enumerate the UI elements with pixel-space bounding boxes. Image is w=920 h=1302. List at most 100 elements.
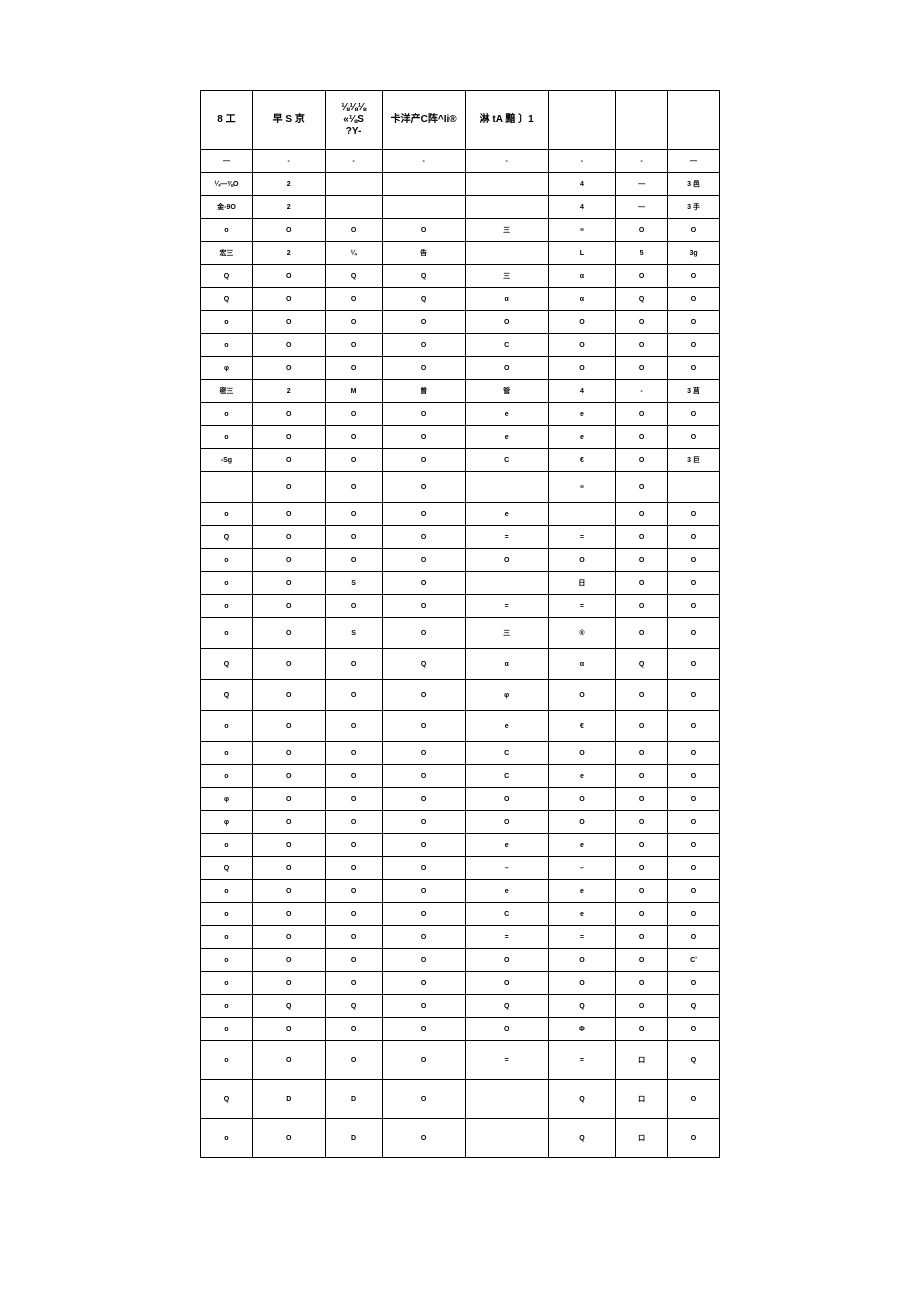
cell: ¼—⅜O [201,173,253,196]
table-row: oOSO日OO [201,572,720,595]
cell: O [252,834,325,857]
cell: = [548,595,615,618]
cell: O [382,949,465,972]
cell: O [616,357,668,380]
cell: 口 [616,1119,668,1158]
cell: e [548,403,615,426]
cell: Q [668,995,720,1018]
cell: O [616,880,668,903]
cell: ≡ [548,472,615,503]
cell: O [325,334,382,357]
cell: O [616,403,668,426]
cell: O [668,572,720,595]
cell: – [465,857,548,880]
cell: - [616,150,668,173]
cell: O [616,742,668,765]
table-row: oOOOeOO [201,503,720,526]
cell: O [668,903,720,926]
cell: O [325,311,382,334]
cell: e [465,503,548,526]
cell: Q [668,1041,720,1080]
cell: O [382,572,465,595]
cell: D [325,1119,382,1158]
cell: O [668,811,720,834]
cell: O [252,426,325,449]
cell: O [252,857,325,880]
cell: 三 [465,265,548,288]
cell: e [465,426,548,449]
cell: o [201,549,253,572]
table-row: QDDOQ口O [201,1080,720,1119]
cell: O [325,788,382,811]
cell: O [325,595,382,618]
cell: α [548,265,615,288]
col-header-6 [616,91,668,150]
cell: O [325,903,382,926]
cell: O [382,765,465,788]
cell: O [668,1080,720,1119]
cell: O [548,788,615,811]
cell: O [465,1018,548,1041]
cell [465,572,548,595]
cell: O [668,834,720,857]
cell: 宏三 [201,242,253,265]
table-body: —------—¼—⅜O24—3 邑金-9O24—3 手oOOO三≡OO宏三2¼… [201,150,720,1158]
cell: φ [465,680,548,711]
table-row: oOOO==OO [201,926,720,949]
table-row: oOOOCeOO [201,765,720,788]
cell: O [382,503,465,526]
cell: 密三 [201,380,253,403]
cell: Q [201,680,253,711]
cell: ¼ [325,242,382,265]
table-row: oQQOQQOQ [201,995,720,1018]
cell: Q [201,265,253,288]
cell: o [201,903,253,926]
cell: o [201,834,253,857]
cell: 口 [616,1080,668,1119]
cell: O [382,219,465,242]
cell: O [382,680,465,711]
cell: e [548,426,615,449]
table-row: oOSO三®OO [201,618,720,649]
cell: 4 [548,380,615,403]
cell: O [382,357,465,380]
cell: 3g [668,242,720,265]
cell: O [325,449,382,472]
cell: O [668,219,720,242]
cell: O [325,926,382,949]
table-row: QOQQ三αOO [201,265,720,288]
cell: O [616,711,668,742]
cell: o [201,403,253,426]
cell: O [548,680,615,711]
cell [325,173,382,196]
cell: O [668,403,720,426]
document-page: 8 工早 S 京⅛⅛⅛«⅛S?Y-卡洋产C阵^Ii®淋 tA 黯 〕1 —---… [0,0,920,1218]
cell: O [548,334,615,357]
cell: O [252,949,325,972]
cell: 三 [465,219,548,242]
cell: O [382,1119,465,1158]
cell: 3 巨 [668,449,720,472]
cell [465,242,548,265]
cell: O [252,926,325,949]
table-header: 8 工早 S 京⅛⅛⅛«⅛S?Y-卡洋产C阵^Ii®淋 tA 黯 〕1 [201,91,720,150]
cell: O [382,595,465,618]
cell: O [382,334,465,357]
cell: O [252,549,325,572]
cell: O [548,949,615,972]
cell: α [465,288,548,311]
cell: O [616,503,668,526]
cell: o [201,572,253,595]
cell [465,1119,548,1158]
cell: O [616,595,668,618]
cell: Q [382,288,465,311]
cell: O [382,472,465,503]
cell: O [325,472,382,503]
cell: O [252,765,325,788]
table-row: oODOQ口O [201,1119,720,1158]
cell: O [465,311,548,334]
cell: O [382,403,465,426]
cell: O [252,572,325,595]
cell: o [201,595,253,618]
cell: D [325,1080,382,1119]
